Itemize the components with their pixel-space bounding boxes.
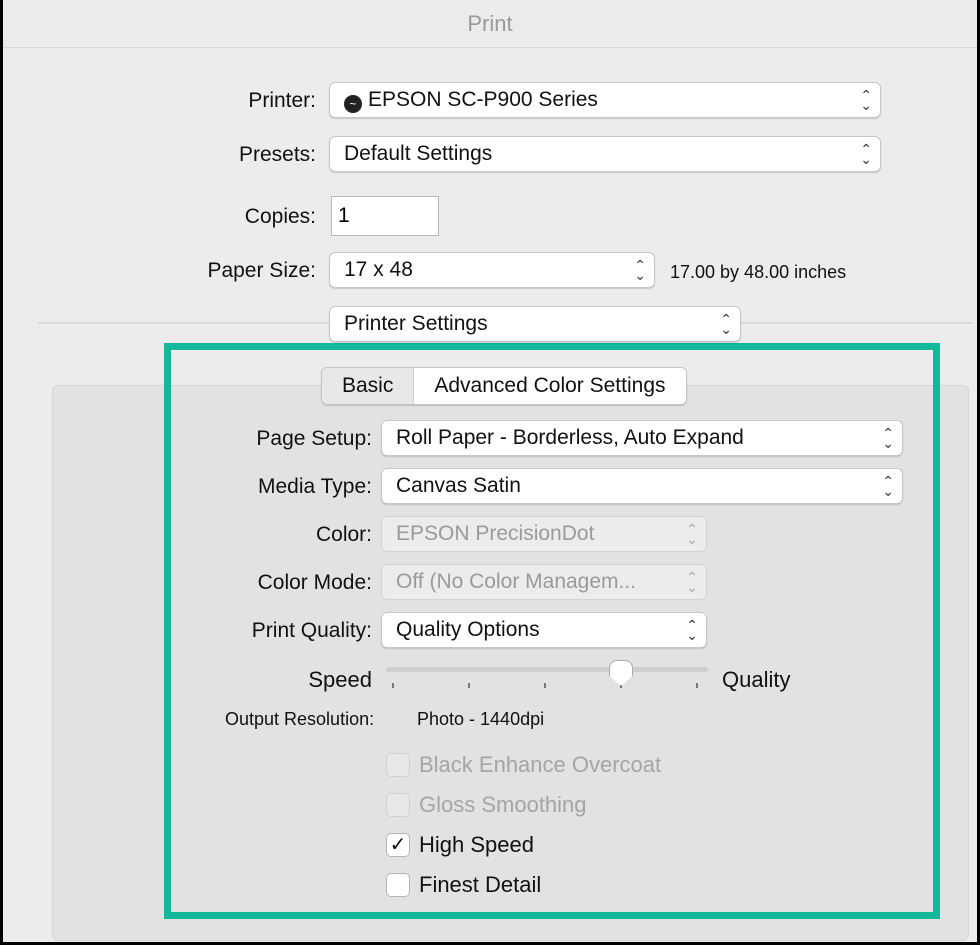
chevron-updown-icon: ⌃ ⌄ [882, 425, 894, 451]
printer-status-icon: ~ [344, 95, 362, 113]
section-popup[interactable]: Printer Settings ⌃ ⌄ [329, 306, 741, 342]
media-type-label: Media Type: [257, 475, 372, 498]
checkbox-label: Gloss Smoothing [419, 792, 587, 817]
paper-size-value: 17 x 48 [344, 258, 413, 281]
checkbox-high-speed[interactable]: ✓ [386, 833, 410, 857]
chevron-updown-icon: ⌃ ⌄ [882, 473, 894, 499]
slider-max-label: Quality [722, 667, 791, 692]
page-setup-value: Roll Paper - Borderless, Auto Expand [396, 426, 744, 449]
paper-size-popup[interactable]: 17 x 48 ⌃ ⌄ [329, 252, 655, 288]
tab-advanced-color-settings[interactable]: Advanced Color Settings [414, 368, 686, 404]
chevron-updown-icon: ⌃ ⌄ [686, 521, 698, 547]
print-quality-value: Quality Options [396, 618, 540, 641]
color-popup: EPSON PrecisionDot ⌃ ⌄ [381, 516, 707, 552]
chevron-updown-icon: ⌃ ⌄ [634, 257, 646, 283]
checkbox-label: Black Enhance Overcoat [419, 752, 662, 777]
output-resolution-value: Photo - 1440dpi [417, 709, 545, 729]
window-title: Print [3, 0, 977, 48]
chevron-updown-icon: ⌃ ⌄ [686, 617, 698, 643]
slider-tick [544, 683, 546, 688]
presets-value: Default Settings [344, 142, 493, 165]
print-dialog: Print Printer: ~ EPSON SC-P900 Series ⌃ ⌄ … [3, 0, 977, 942]
slider-tick [392, 683, 394, 688]
print-quality-label: Print Quality: [251, 619, 372, 642]
color-mode-label: Color Mode: [257, 571, 372, 594]
slider-min-label: Speed [308, 667, 372, 692]
chevron-updown-icon: ⌃ ⌄ [686, 569, 698, 595]
copies-input[interactable] [331, 196, 439, 236]
slider-tick [468, 683, 470, 688]
color-mode-value: Off (No Color Managem... [396, 570, 637, 593]
chevron-updown-icon: ⌃ ⌄ [860, 141, 872, 167]
printer-popup[interactable]: ~ EPSON SC-P900 Series ⌃ ⌄ [329, 82, 881, 118]
slider-tick [696, 683, 698, 688]
checkbox-label: High Speed [419, 832, 534, 857]
media-type-value: Canvas Satin [396, 474, 521, 497]
media-type-popup[interactable]: Canvas Satin ⌃ ⌄ [381, 468, 903, 504]
section-value: Printer Settings [344, 312, 488, 335]
checkbox-black-enhance-overcoat [386, 753, 410, 777]
checkbox-gloss-smoothing [386, 793, 410, 817]
page-setup-popup[interactable]: Roll Paper - Borderless, Auto Expand ⌃ ⌄ [381, 420, 903, 456]
print-quality-popup[interactable]: Quality Options ⌃ ⌄ [381, 612, 707, 648]
chevron-updown-icon: ⌃ ⌄ [720, 311, 732, 337]
presets-popup[interactable]: Default Settings ⌃ ⌄ [329, 136, 881, 172]
output-resolution-label: Output Resolution: [225, 709, 375, 729]
quality-slider[interactable] [386, 667, 708, 672]
checkbox-label: Finest Detail [419, 872, 542, 897]
checkbox-finest-detail[interactable] [386, 873, 410, 897]
page-setup-label: Page Setup: [256, 427, 372, 450]
paper-size-description: 17.00 by 48.00 inches [670, 262, 847, 282]
tab-basic[interactable]: Basic [322, 368, 415, 404]
tab-bar: Basic Advanced Color Settings [321, 367, 687, 405]
copies-label: Copies: [244, 205, 316, 228]
color-mode-popup: Off (No Color Managem... ⌃ ⌄ [381, 564, 707, 600]
printer-label: Printer: [248, 89, 316, 112]
color-value: EPSON PrecisionDot [396, 522, 595, 545]
printer-value: EPSON SC-P900 Series [368, 88, 598, 111]
paper-size-label: Paper Size: [207, 259, 316, 282]
color-label: Color: [315, 523, 372, 546]
presets-label: Presets: [238, 143, 316, 166]
chevron-updown-icon: ⌃ ⌄ [860, 87, 872, 113]
